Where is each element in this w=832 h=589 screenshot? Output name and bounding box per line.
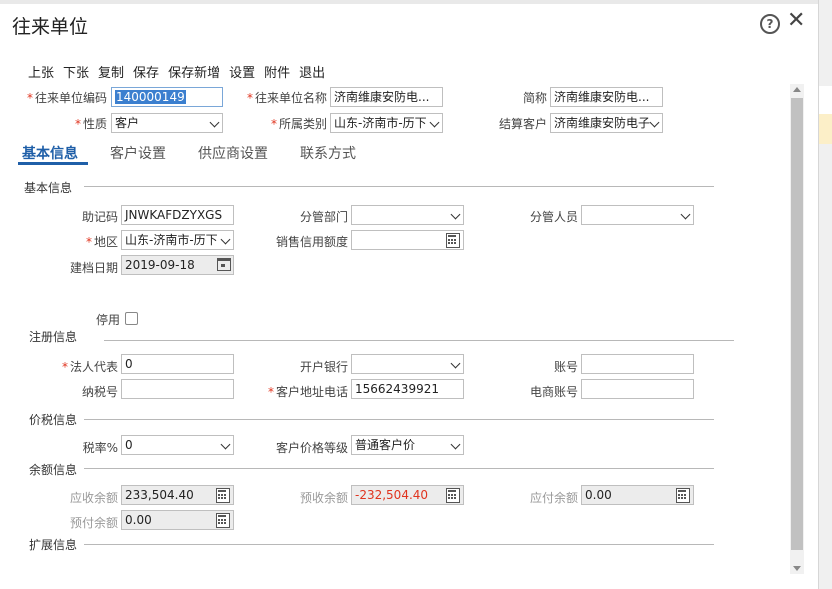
address-phone-label: * 客户地址电话 xyxy=(267,385,348,399)
dialog-title: 往来单位 xyxy=(12,16,89,38)
settle-customer-select[interactable]: 济南维康安防电子 xyxy=(550,113,663,133)
section-basic-info: 基本信息 xyxy=(24,181,73,195)
region-select[interactable]: 山东-济南市-历下 xyxy=(121,230,234,250)
prepaid-label: 预付余额 xyxy=(69,516,118,530)
section-balance-info: 余额信息 xyxy=(29,463,78,477)
tax-rate-select[interactable]: 0 xyxy=(121,435,234,455)
close-icon[interactable]: ✕ xyxy=(787,8,805,33)
prereceived-label: 预收余额 xyxy=(299,491,348,505)
settle-customer-label: 结算客户 xyxy=(498,117,547,131)
code-label: * 往来单位编码 xyxy=(26,91,107,105)
create-date-label: 建档日期 xyxy=(69,261,118,275)
scrollbar-thumb[interactable] xyxy=(791,98,803,550)
legal-rep-input[interactable]: 0 xyxy=(121,354,234,374)
background-window-edge xyxy=(818,0,832,589)
chevron-down-icon xyxy=(450,439,461,450)
tax-no-input[interactable] xyxy=(121,379,234,399)
address-phone-input[interactable]: 15662439921 xyxy=(351,379,464,399)
code-input[interactable]: 140000149 xyxy=(111,87,223,107)
short-name-input[interactable]: 济南维康安防电... xyxy=(550,87,663,107)
dept-select[interactable] xyxy=(351,205,464,225)
section-tax-info: 价税信息 xyxy=(29,413,78,427)
tab-customer-settings[interactable]: 客户设置 xyxy=(110,143,166,163)
staff-select[interactable] xyxy=(581,205,694,225)
toolbar-next-button[interactable]: 下张 xyxy=(63,62,89,81)
staff-label: 分管人员 xyxy=(529,210,578,224)
region-label: * 地区 xyxy=(85,235,118,249)
toolbar-exit-button[interactable]: 退出 xyxy=(299,62,325,81)
toolbar-attachment-button[interactable]: 附件 xyxy=(264,62,290,81)
disabled-checkbox[interactable] xyxy=(125,312,138,325)
prepaid-input[interactable]: 0.00 xyxy=(121,510,234,530)
mnemonic-label: 助记码 xyxy=(81,210,118,224)
category-label: * 所属类别 xyxy=(270,117,327,131)
receivable-input[interactable]: 233,504.40 xyxy=(121,485,234,505)
calendar-icon[interactable] xyxy=(217,258,231,271)
payable-input[interactable]: 0.00 xyxy=(581,485,694,505)
section-divider xyxy=(84,544,714,545)
price-level-label: 客户价格等级 xyxy=(275,441,348,455)
toolbar-save-new-button[interactable]: 保存新增 xyxy=(168,62,220,81)
category-select[interactable]: 山东-济南市-历下 xyxy=(330,113,443,133)
section-divider xyxy=(104,340,734,341)
section-extension-info: 扩展信息 xyxy=(29,538,78,552)
chevron-down-icon xyxy=(220,234,231,245)
create-date-input[interactable]: 2019-09-18 xyxy=(121,255,234,275)
chevron-down-icon xyxy=(429,117,440,128)
receivable-label: 应收余额 xyxy=(69,491,118,505)
toolbar-settings-button[interactable]: 设置 xyxy=(229,62,255,81)
short-name-label: 简称 xyxy=(522,91,547,105)
calculator-icon[interactable] xyxy=(216,513,230,528)
section-divider xyxy=(84,468,714,469)
name-label: * 往来单位名称 xyxy=(246,91,327,105)
active-tab-indicator xyxy=(18,162,88,165)
chevron-down-icon xyxy=(450,209,461,220)
scroll-up-icon[interactable] xyxy=(793,87,801,92)
prereceived-input[interactable]: -232,504.40 xyxy=(351,485,464,505)
tab-contacts[interactable]: 联系方式 xyxy=(300,143,356,163)
dept-label: 分管部门 xyxy=(299,210,348,224)
chevron-down-icon xyxy=(450,358,461,369)
mnemonic-input[interactable]: JNWKAFDZYXGS xyxy=(121,205,234,225)
calculator-icon[interactable] xyxy=(446,488,460,503)
vertical-scrollbar[interactable] xyxy=(790,84,804,574)
section-registration-info: 注册信息 xyxy=(29,330,78,344)
name-input[interactable]: 济南维康安防电... xyxy=(330,87,443,107)
toolbar-save-button[interactable]: 保存 xyxy=(133,62,159,81)
tax-no-label: 纳税号 xyxy=(81,385,118,399)
tab-basic-info[interactable]: 基本信息 xyxy=(22,143,78,163)
tab-supplier-settings[interactable]: 供应商设置 xyxy=(198,143,268,163)
chevron-down-icon xyxy=(649,117,660,128)
credit-limit-input[interactable] xyxy=(351,230,464,250)
disabled-label: 停用 xyxy=(95,313,120,327)
toolbar: 上张 下张 复制 保存 保存新增 设置 附件 退出 xyxy=(28,62,334,81)
legal-rep-label: * 法人代表 xyxy=(61,360,118,374)
chevron-down-icon xyxy=(209,117,220,128)
credit-limit-label: 销售信用额度 xyxy=(275,235,348,249)
scroll-down-icon[interactable] xyxy=(793,566,801,571)
help-icon[interactable]: ? xyxy=(760,14,780,34)
toolbar-prev-button[interactable]: 上张 xyxy=(28,62,54,81)
account-label: 账号 xyxy=(553,360,578,374)
tax-rate-label: 税率% xyxy=(82,441,118,455)
payable-label: 应付余额 xyxy=(529,491,578,505)
ecom-account-label: 电商账号 xyxy=(529,385,578,399)
chevron-down-icon xyxy=(220,439,231,450)
calculator-icon[interactable] xyxy=(676,488,690,503)
calculator-icon[interactable] xyxy=(216,488,230,503)
chevron-down-icon xyxy=(680,209,691,220)
price-level-select[interactable]: 普通客户价 xyxy=(351,435,464,455)
calculator-icon[interactable] xyxy=(446,233,460,248)
bank-label: 开户银行 xyxy=(299,360,348,374)
nature-label: * 性质 xyxy=(74,117,107,131)
toolbar-copy-button[interactable]: 复制 xyxy=(98,62,124,81)
section-divider xyxy=(84,186,714,187)
account-input[interactable] xyxy=(581,354,694,374)
ecom-account-input[interactable] xyxy=(581,379,694,399)
bank-select[interactable] xyxy=(351,354,464,374)
section-divider xyxy=(84,419,714,420)
nature-select[interactable]: 客户 xyxy=(111,113,223,133)
